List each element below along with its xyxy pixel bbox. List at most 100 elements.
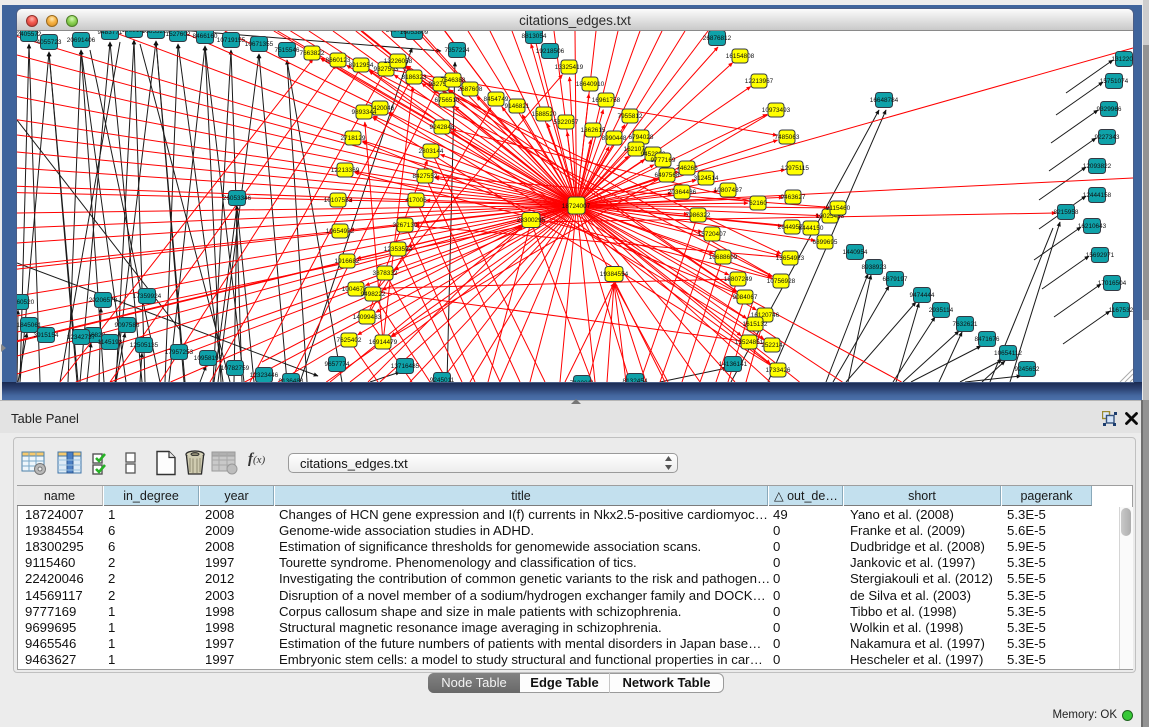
svg-text:10807487: 10807487 [714, 187, 743, 194]
svg-text:17016504: 17016504 [1098, 280, 1127, 287]
svg-text:7663822: 7663822 [300, 50, 325, 57]
svg-text:6756510: 6756510 [435, 97, 460, 104]
svg-text:1362615: 1362615 [581, 127, 606, 134]
svg-text:7485063: 7485063 [775, 134, 800, 141]
svg-text:3267130: 3267130 [393, 222, 418, 229]
svg-text:7986322: 7986322 [686, 212, 711, 219]
svg-text:8466160: 8466160 [193, 33, 218, 40]
svg-text:15692971: 15692971 [1086, 252, 1115, 259]
svg-text:1167532: 1167532 [1109, 307, 1133, 314]
svg-text:8186323: 8186323 [402, 74, 427, 81]
svg-text:12213369: 12213369 [331, 167, 360, 174]
svg-text:2935114: 2935114 [929, 307, 954, 314]
svg-text:12505135: 12505135 [130, 342, 159, 349]
svg-text:15720407: 15720407 [698, 231, 727, 238]
svg-text:8938923: 8938923 [862, 264, 887, 271]
svg-text:10688609: 10688609 [709, 254, 738, 261]
svg-text:9084067: 9084067 [733, 294, 758, 301]
svg-text:16914479: 16914479 [369, 339, 398, 346]
svg-text:7120811: 7120811 [570, 380, 595, 382]
svg-text:16210643: 16210643 [1078, 223, 1107, 230]
svg-text:18640910: 18640910 [576, 81, 605, 88]
svg-text:26260520: 26260520 [17, 299, 35, 306]
svg-text:9227343: 9227343 [1095, 134, 1120, 141]
svg-text:9474444: 9474444 [910, 292, 935, 299]
svg-text:10782759: 10782759 [221, 365, 250, 372]
svg-text:26876812: 26876812 [703, 35, 732, 42]
svg-text:8215958: 8215958 [1054, 209, 1079, 216]
svg-text:13325419: 13325419 [555, 64, 584, 71]
svg-text:12353594: 12353594 [384, 246, 413, 253]
svg-text:8990448: 8990448 [602, 135, 627, 142]
svg-text:18807249: 18807249 [724, 276, 753, 283]
svg-text:26053346: 26053346 [223, 195, 252, 202]
svg-text:17359924: 17359924 [133, 293, 162, 300]
svg-text:3124514: 3124514 [694, 175, 719, 182]
svg-text:9463627: 9463627 [781, 194, 806, 201]
svg-text:10654932: 10654932 [326, 228, 355, 235]
svg-text:2405572: 2405572 [17, 31, 42, 38]
svg-text:3878332: 3878332 [373, 270, 398, 277]
svg-text:16648784: 16648784 [870, 97, 899, 104]
svg-text:8132454: 8132454 [623, 378, 648, 382]
svg-text:9483771: 9483771 [98, 31, 123, 36]
svg-text:10973493: 10973493 [762, 107, 791, 114]
svg-text:12323446: 12323446 [250, 372, 279, 379]
svg-text:7515546: 7515546 [275, 47, 300, 54]
svg-text:13716485: 13716485 [391, 363, 420, 370]
svg-text:3915154: 3915154 [34, 332, 59, 339]
svg-text:7955812: 7955812 [618, 113, 643, 120]
svg-text:9777169: 9777169 [651, 157, 676, 164]
svg-text:13654923: 13654923 [776, 255, 805, 262]
svg-text:12093822: 12093822 [1083, 163, 1112, 170]
svg-text:5322057: 5322057 [554, 119, 579, 126]
svg-text:1312209: 1312209 [1112, 56, 1133, 63]
svg-text:9245011: 9245011 [430, 377, 455, 382]
svg-text:7625402: 7625402 [337, 337, 362, 344]
svg-text:2687608: 2687608 [458, 86, 483, 93]
svg-text:9146821: 9146821 [505, 103, 530, 110]
svg-text:9498222: 9498222 [361, 291, 386, 298]
svg-text:18724007: 18724007 [562, 203, 591, 210]
svg-text:8444150: 8444150 [799, 225, 824, 232]
svg-text:252214: 252214 [761, 342, 783, 349]
svg-text:9893344: 9893344 [352, 109, 377, 116]
svg-text:7632621: 7632621 [953, 321, 978, 328]
svg-text:12342737: 12342737 [67, 334, 96, 341]
svg-text:20691406: 20691406 [67, 37, 96, 44]
svg-text:14136141: 14136141 [719, 361, 748, 368]
svg-text:1916682: 1916682 [335, 258, 360, 265]
svg-text:1588520: 1588520 [532, 111, 557, 118]
svg-text:17957253: 17957253 [165, 349, 194, 356]
svg-text:12213967: 12213967 [745, 78, 774, 85]
svg-text:9657774: 9657774 [325, 361, 350, 368]
svg-text:6794028: 6794028 [629, 134, 654, 141]
svg-text:19384554: 19384554 [600, 271, 629, 278]
svg-text:9115460: 9115460 [826, 205, 851, 212]
svg-text:10958197: 10958197 [194, 355, 223, 362]
svg-text:2718129: 2718129 [341, 135, 366, 142]
svg-text:20206578: 20206578 [89, 297, 118, 304]
svg-text:7357224: 7357224 [445, 47, 470, 54]
svg-text:9329966: 9329966 [1097, 106, 1122, 113]
svg-text:8454749: 8454749 [484, 96, 509, 103]
svg-text:746266: 746266 [676, 165, 698, 172]
svg-text:417006: 417006 [405, 197, 427, 204]
svg-text:1440954: 1440954 [843, 249, 868, 256]
svg-text:9242848: 9242848 [430, 124, 455, 131]
svg-text:13226058: 13226058 [384, 58, 413, 65]
svg-text:13524851: 13524851 [735, 339, 764, 346]
svg-text:1733426: 1733426 [766, 367, 791, 374]
svg-text:10107533: 10107533 [324, 197, 353, 204]
svg-text:23300295: 23300295 [517, 217, 546, 224]
svg-text:1527602: 1527602 [166, 31, 191, 38]
svg-text:14099483: 14099483 [353, 314, 382, 321]
svg-text:9136483: 9136483 [279, 378, 304, 382]
svg-text:12975115: 12975115 [781, 165, 809, 172]
svg-text:10756928: 10756928 [767, 278, 796, 285]
svg-text:2803144: 2803144 [419, 148, 444, 155]
svg-text:1145193: 1145193 [98, 339, 123, 346]
svg-text:8660123: 8660123 [326, 57, 351, 64]
svg-text:8471676: 8471676 [975, 336, 1000, 343]
svg-text:19218506: 19218506 [536, 48, 565, 55]
